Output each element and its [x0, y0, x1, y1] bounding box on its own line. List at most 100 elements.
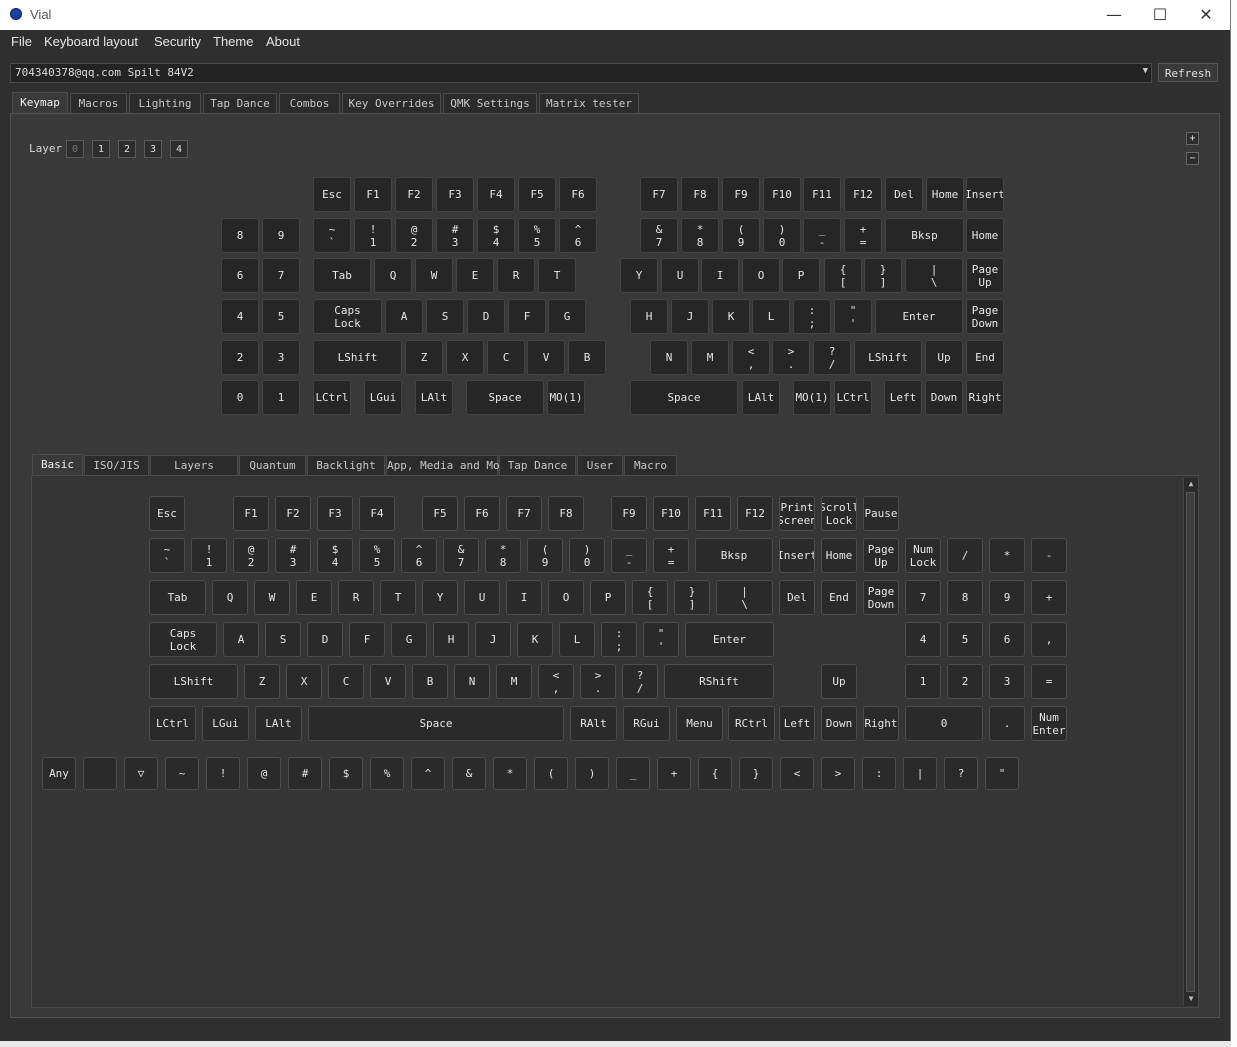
tab-macros[interactable]: Macros [70, 93, 127, 113]
keycode-key[interactable]: + = [653, 538, 689, 573]
keymap-key[interactable]: 5 [262, 299, 300, 334]
keycode-key[interactable]: End [821, 580, 857, 615]
keycode-key[interactable]: R [338, 580, 374, 615]
keycode-key[interactable]: Left [779, 706, 815, 741]
keymap-key[interactable]: < , [732, 340, 770, 375]
keymap-key[interactable]: B [568, 340, 606, 375]
keycode-tab-0[interactable]: Basic [32, 454, 83, 476]
keycode-key[interactable]: # 3 [275, 538, 311, 573]
keymap-key[interactable]: N [650, 340, 688, 375]
keycode-key[interactable]: Bksp [695, 538, 773, 573]
keycode-key[interactable]: ? / [622, 664, 658, 699]
keymap-key[interactable]: W [415, 258, 453, 293]
keycode-key[interactable]: 2 [947, 664, 983, 699]
keycode-key[interactable]: * [493, 757, 527, 790]
keymap-key[interactable]: F2 [395, 177, 433, 212]
keycode-key[interactable]: & 7 [443, 538, 479, 573]
keycode-key[interactable]: F7 [506, 496, 542, 531]
keycode-key[interactable]: ( 9 [527, 538, 563, 573]
keymap-key[interactable]: F5 [518, 177, 556, 212]
keymap-key[interactable]: O [742, 258, 780, 293]
keycode-key[interactable]: F11 [695, 496, 731, 531]
keymap-key[interactable]: S [426, 299, 464, 334]
keycode-key[interactable]: | [903, 757, 937, 790]
keymap-key[interactable]: F7 [640, 177, 678, 212]
keycode-key[interactable]: ? [944, 757, 978, 790]
keycode-key[interactable]: 3 [989, 664, 1025, 699]
keycode-key[interactable]: ! [206, 757, 240, 790]
keycode-key[interactable]: F5 [422, 496, 458, 531]
keycode-key[interactable]: Y [422, 580, 458, 615]
keycode-key[interactable]: V [370, 664, 406, 699]
keycode-tab-8[interactable]: Macro [624, 455, 677, 475]
keymap-key[interactable]: A [385, 299, 423, 334]
keycode-key[interactable]: 1 [905, 664, 941, 699]
keycode-key[interactable]: { [ [632, 580, 668, 615]
keymap-key[interactable]: ) 0 [763, 218, 801, 253]
keycode-key[interactable]: + [1031, 580, 1067, 615]
keymap-key[interactable]: K [712, 299, 750, 334]
keycode-key[interactable]: * [989, 538, 1025, 573]
keycode-key[interactable] [83, 757, 117, 790]
keycode-tab-6[interactable]: Tap Dance [499, 455, 576, 475]
keymap-key[interactable]: Left [884, 380, 922, 415]
keymap-key[interactable]: @ 2 [395, 218, 433, 253]
keycode-key[interactable]: * 8 [485, 538, 521, 573]
keycode-key[interactable]: Tab [149, 580, 206, 615]
keycode-key[interactable]: = [1031, 664, 1067, 699]
menu-file[interactable]: File [11, 34, 32, 49]
keycode-key[interactable]: % 5 [359, 538, 395, 573]
keycode-key[interactable]: 7 [905, 580, 941, 615]
keymap-key[interactable]: LCtrl [313, 380, 351, 415]
keycode-key[interactable]: Enter [685, 622, 774, 657]
scroll-thumb[interactable] [1186, 492, 1195, 992]
menu-theme[interactable]: Theme [213, 34, 253, 49]
keycode-key[interactable]: Num Lock [905, 538, 941, 573]
keymap-key[interactable]: Page Up [966, 258, 1004, 293]
keycode-key[interactable]: 6 [989, 622, 1025, 657]
keycode-key[interactable]: Down [821, 706, 857, 741]
keycode-key[interactable]: 4 [905, 622, 941, 657]
keymap-key[interactable]: Right [966, 380, 1004, 415]
keymap-key[interactable]: F10 [763, 177, 801, 212]
keycode-key[interactable]: G [391, 622, 427, 657]
keymap-key[interactable]: | \ [905, 258, 963, 293]
keymap-key[interactable]: I [701, 258, 739, 293]
keycode-key[interactable]: U [464, 580, 500, 615]
keycode-key[interactable]: H [433, 622, 469, 657]
keycode-key[interactable]: F [349, 622, 385, 657]
tab-tap-dance[interactable]: Tap Dance [203, 93, 277, 113]
keymap-key[interactable]: 1 [262, 380, 300, 415]
keymap-key[interactable]: F1 [354, 177, 392, 212]
keymap-key[interactable]: Y [620, 258, 658, 293]
keycode-key[interactable]: } ] [674, 580, 710, 615]
keycode-key[interactable]: X [286, 664, 322, 699]
layer-button-4[interactable]: 4 [170, 140, 188, 158]
keycode-key[interactable]: A [223, 622, 259, 657]
keycode-key[interactable]: % [370, 757, 404, 790]
keymap-key[interactable]: _ - [803, 218, 841, 253]
keymap-key[interactable]: LGui [364, 380, 402, 415]
keycode-key[interactable]: RGui [623, 706, 670, 741]
keycode-key[interactable]: W [254, 580, 290, 615]
keycode-key[interactable]: ( [534, 757, 568, 790]
keymap-key[interactable]: { [ [824, 258, 862, 293]
keycode-tab-2[interactable]: Layers [150, 455, 238, 475]
keycode-key[interactable]: ▽ [124, 757, 158, 790]
keycode-key[interactable]: | \ [716, 580, 773, 615]
keycode-key[interactable]: Up [821, 664, 857, 699]
layer-button-1[interactable]: 1 [92, 140, 110, 158]
keycode-key[interactable]: 5 [947, 622, 983, 657]
keymap-key[interactable]: F [508, 299, 546, 334]
keycode-tab-7[interactable]: User [577, 455, 623, 475]
keymap-key[interactable]: Q [374, 258, 412, 293]
menu-security[interactable]: Security [154, 34, 201, 49]
keycode-key[interactable]: 9 [989, 580, 1025, 615]
keymap-key[interactable]: G [548, 299, 586, 334]
keycode-key[interactable]: Home [821, 538, 857, 573]
keycode-key[interactable]: RShift [664, 664, 774, 699]
keycode-key[interactable]: # [288, 757, 322, 790]
keymap-key[interactable]: # 3 [436, 218, 474, 253]
keymap-key[interactable]: 7 [262, 258, 300, 293]
keycode-key[interactable]: 8 [947, 580, 983, 615]
